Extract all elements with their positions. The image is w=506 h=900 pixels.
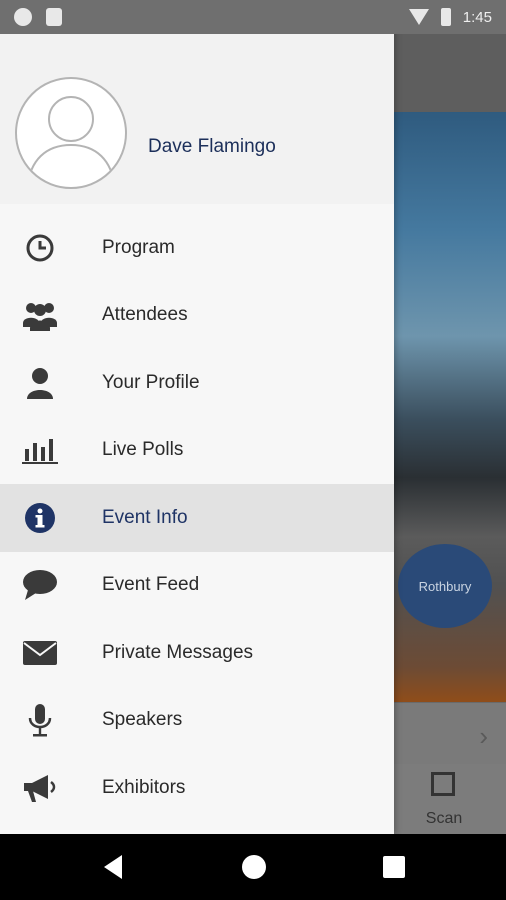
menu-label: Private Messages	[102, 641, 254, 663]
clock-time: 1:45	[462, 8, 492, 26]
menu-item-exhibitors[interactable]: Exhibitors	[0, 754, 394, 822]
battery-icon	[440, 8, 451, 26]
drawer-header: Dave Flamingo	[0, 34, 394, 204]
menu-item-event-feed[interactable]: Event Feed	[0, 552, 394, 620]
clock-icon	[22, 230, 58, 266]
person-icon	[22, 365, 58, 401]
bar-chart-icon	[22, 432, 58, 468]
status-bar: 1:45	[0, 0, 506, 34]
avatar[interactable]	[15, 77, 127, 189]
menu-item-speakers[interactable]: Speakers	[0, 687, 394, 755]
people-icon	[22, 297, 58, 333]
menu-item-program[interactable]: Program	[0, 214, 394, 282]
menu-label: Attendees	[102, 304, 188, 326]
menu-item-event-info[interactable]: Event Info	[0, 484, 394, 552]
menu-label: Speakers	[102, 709, 183, 731]
menu-label: Program	[102, 236, 175, 258]
recent-apps-icon[interactable]	[383, 856, 405, 878]
back-icon[interactable]	[104, 855, 122, 879]
envelope-icon	[22, 635, 58, 671]
home-icon[interactable]	[242, 855, 266, 879]
scan-button[interactable]: Scan	[394, 764, 506, 834]
microphone-icon	[22, 702, 58, 738]
sponsor-logo: Rothbury	[398, 544, 492, 628]
person-silhouette-icon	[26, 96, 116, 187]
notification-icon	[14, 8, 32, 26]
menu-item-private-messages[interactable]: Private Messages	[0, 619, 394, 687]
menu-item-your-profile[interactable]: Your Profile	[0, 349, 394, 417]
menu-label: Your Profile	[102, 371, 200, 393]
menu-label: Exhibitors	[102, 776, 186, 798]
menu-label: Event Info	[102, 506, 188, 528]
drawer-menu: Program Attendees Your Profile Live Poll…	[0, 214, 394, 822]
menu-label: Event Feed	[102, 574, 200, 596]
wifi-icon	[408, 9, 429, 25]
sim-icon	[46, 8, 62, 26]
menu-item-attendees[interactable]: Attendees	[0, 282, 394, 350]
menu-item-live-polls[interactable]: Live Polls	[0, 417, 394, 485]
app-toolbar	[394, 34, 506, 112]
list-row[interactable]: ›	[394, 702, 506, 764]
megaphone-icon	[22, 770, 58, 806]
info-icon	[22, 500, 58, 536]
qr-code-icon	[431, 772, 455, 796]
navigation-drawer: Dave Flamingo Program Attendees Your Pro…	[0, 0, 394, 834]
menu-label: Live Polls	[102, 439, 184, 461]
system-nav-bar	[0, 834, 506, 900]
scan-label: Scan	[425, 810, 463, 827]
user-name[interactable]: Dave Flamingo	[148, 136, 276, 158]
chevron-right-icon: ›	[479, 721, 488, 751]
speech-bubble-icon	[22, 567, 58, 603]
